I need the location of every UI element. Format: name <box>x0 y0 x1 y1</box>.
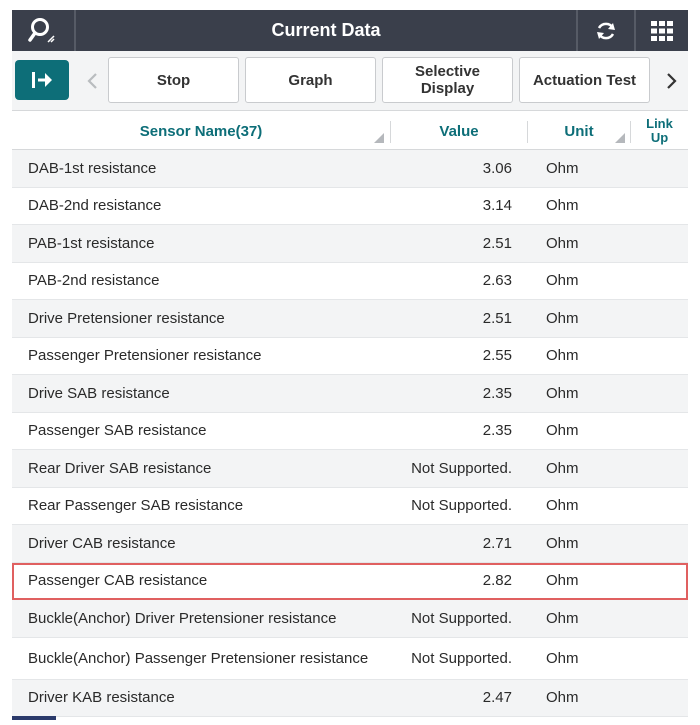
chevron-right-icon <box>667 73 677 89</box>
sort-indicator-icon <box>615 133 625 143</box>
link-up-header-line1: Link <box>646 116 673 131</box>
selective-display-label-line1: Selective <box>414 63 481 80</box>
title-bar: Current Data <box>12 10 688 51</box>
table-row[interactable]: DAB-1st resistance 3.06 Ohm <box>12 150 688 188</box>
sensor-name-cell: PAB-1st resistance <box>28 234 155 252</box>
table-row[interactable]: Driver CAB resistance 2.71 Ohm <box>12 525 688 563</box>
table-row[interactable]: Drive SAB resistance 2.35 Ohm <box>12 375 688 413</box>
table-row[interactable]: PAB-2nd resistance 2.63 Ohm <box>12 263 688 300</box>
table-row[interactable]: Buckle(Anchor) Driver Pretensioner resis… <box>12 600 688 638</box>
table-row[interactable]: Drive Pretensioner resistance 2.51 Ohm <box>12 300 688 338</box>
stop-label: Stop <box>156 71 191 89</box>
table-row[interactable]: DAB-2nd resistance 3.14 Ohm <box>12 188 688 225</box>
exit-arrow-icon <box>32 72 52 88</box>
unit-cell: Ohm <box>546 422 579 440</box>
selective-display-button[interactable]: Selective Display <box>382 57 513 103</box>
value-cell: 2.71 <box>482 534 512 552</box>
unit-cell: Ohm <box>546 384 579 402</box>
value-cell: Not Supported. <box>411 459 512 477</box>
value-cell: 2.63 <box>482 272 512 290</box>
table-row[interactable]: Rear Passenger SAB resistance Not Suppor… <box>12 488 688 525</box>
actuation-test-button[interactable]: Actuation Test <box>519 57 650 103</box>
value-cell: 2.35 <box>482 422 512 440</box>
table-header: Sensor Name(37) Value Unit Link Up <box>12 112 688 150</box>
sensor-name-cell: DAB-1st resistance <box>28 159 157 177</box>
sensor-name-cell: Passenger CAB resistance <box>28 572 208 590</box>
graph-button[interactable]: Graph <box>245 57 376 103</box>
search-icon <box>28 17 55 43</box>
link-up-header-line2: Up <box>650 130 669 145</box>
value-cell: Not Supported. <box>411 649 512 667</box>
unit-cell: Ohm <box>546 534 579 552</box>
refresh-button[interactable] <box>576 10 634 51</box>
unit-cell: Ohm <box>546 159 579 177</box>
unit-cell: Ohm <box>546 497 579 515</box>
value-cell: 2.47 <box>482 689 512 707</box>
sensor-name-cell: Rear Passenger SAB resistance <box>28 497 244 515</box>
unit-cell: Ohm <box>546 197 579 215</box>
sensor-name-cell: PAB-2nd resistance <box>28 272 160 290</box>
value-cell: 2.35 <box>482 384 512 402</box>
sensor-name-cell: Rear Driver SAB resistance <box>28 459 212 477</box>
sensor-name-cell: Passenger Pretensioner resistance <box>28 347 262 365</box>
sensor-name-cell: Drive Pretensioner resistance <box>28 309 225 327</box>
table-row[interactable]: Passenger Pretensioner resistance 2.55 O… <box>12 338 688 375</box>
unit-cell: Ohm <box>546 272 579 290</box>
sensor-name-header-label: Sensor Name(37) <box>139 122 263 140</box>
sort-indicator-icon <box>374 133 384 143</box>
table-row[interactable]: Driver KAB resistance 2.47 Ohm <box>12 679 688 717</box>
grid-menu-icon <box>651 20 673 41</box>
unit-cell: Ohm <box>546 347 579 365</box>
sensor-name-cell: Drive SAB resistance <box>28 384 170 402</box>
table-row[interactable]: PAB-1st resistance 2.51 Ohm <box>12 225 688 263</box>
sensor-name-cell: Buckle(Anchor) Passenger Pretensioner re… <box>28 649 369 667</box>
value-cell: 2.51 <box>482 309 512 327</box>
sensor-name-cell: Passenger SAB resistance <box>28 422 207 440</box>
grid-menu-button[interactable] <box>634 10 688 51</box>
table-row[interactable]: Buckle(Anchor) Passenger Pretensioner re… <box>12 638 688 680</box>
value-cell: Not Supported. <box>411 497 512 515</box>
unit-cell: Ohm <box>546 459 579 477</box>
sensor-name-cell: DAB-2nd resistance <box>28 197 162 215</box>
unit-cell: Ohm <box>546 572 579 590</box>
actuation-test-label: Actuation Test <box>532 71 637 89</box>
selective-display-label-line2: Display <box>420 80 475 97</box>
value-cell: 2.51 <box>482 234 512 252</box>
sensor-name-cell: Driver CAB resistance <box>28 534 176 552</box>
scroll-right-button[interactable] <box>660 63 684 99</box>
page-title: Current Data <box>271 20 381 40</box>
unit-header-label: Unit <box>564 122 594 140</box>
table-row-selected[interactable]: Passenger CAB resistance 2.82 Ohm <box>12 562 688 600</box>
unit-cell: Ohm <box>546 689 579 707</box>
sensor-table-body: DAB-1st resistance 3.06 Ohm DAB-2nd resi… <box>12 150 688 717</box>
value-cell: Not Supported. <box>411 609 512 627</box>
column-header-value[interactable]: Value <box>391 112 527 150</box>
column-header-unit[interactable]: Unit <box>528 112 630 150</box>
column-header-link-up[interactable]: Link Up <box>631 112 688 150</box>
unit-cell: Ohm <box>546 309 579 327</box>
refresh-icon <box>597 22 615 39</box>
chevron-left-icon <box>87 73 97 89</box>
scroll-indicator <box>12 716 56 720</box>
sensor-name-cell: Buckle(Anchor) Driver Pretensioner resis… <box>28 609 337 627</box>
value-cell: 2.82 <box>482 572 512 590</box>
sensor-name-cell: Driver KAB resistance <box>28 689 175 707</box>
search-button[interactable] <box>12 10 76 51</box>
exit-button[interactable] <box>15 60 69 100</box>
graph-label: Graph <box>288 71 333 89</box>
value-header-label: Value <box>439 122 479 140</box>
column-header-sensor-name[interactable]: Sensor Name(37) <box>12 112 390 150</box>
toolbar: Stop Graph Selective Display Actuation T… <box>12 51 688 111</box>
value-cell: 2.55 <box>482 347 512 365</box>
table-row[interactable]: Passenger SAB resistance 2.35 Ohm <box>12 413 688 450</box>
unit-cell: Ohm <box>546 649 579 667</box>
stop-button[interactable]: Stop <box>108 57 239 103</box>
value-cell: 3.14 <box>482 197 512 215</box>
scroll-left-button[interactable] <box>80 63 104 99</box>
table-row[interactable]: Rear Driver SAB resistance Not Supported… <box>12 450 688 488</box>
unit-cell: Ohm <box>546 609 579 627</box>
value-cell: 3.06 <box>482 159 512 177</box>
unit-cell: Ohm <box>546 234 579 252</box>
